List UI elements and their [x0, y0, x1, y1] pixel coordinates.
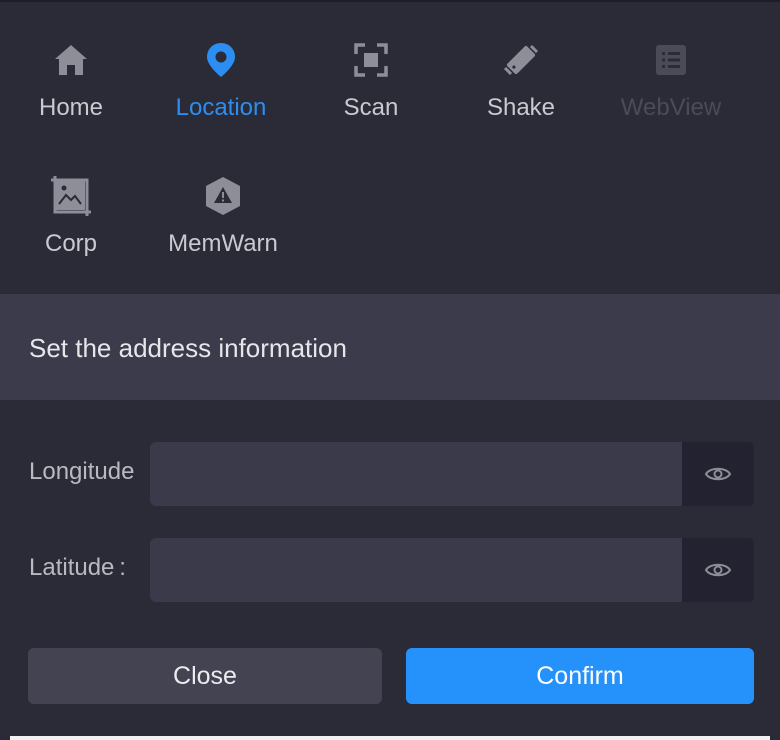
- tool-memwarn[interactable]: MemWarn: [148, 136, 298, 257]
- tool-scan-label: Scan: [343, 94, 399, 121]
- dialog-title: Set the address information: [29, 333, 347, 363]
- home-icon: [0, 40, 146, 80]
- tool-scan[interactable]: Scan: [296, 0, 446, 121]
- scan-icon: [296, 40, 446, 80]
- longitude-label: Longitude: [29, 458, 135, 485]
- location-pin-icon: [146, 40, 296, 80]
- eye-icon: [704, 467, 732, 481]
- tool-shake[interactable]: Shake: [446, 0, 596, 121]
- latitude-input[interactable]: [150, 538, 682, 602]
- tool-home-label: Home: [38, 94, 104, 121]
- tool-memwarn-label: MemWarn: [168, 230, 278, 257]
- tool-location-label: Location: [175, 94, 267, 121]
- bottom-edge: [10, 736, 770, 740]
- shake-icon: [446, 40, 596, 80]
- eye-icon: [704, 563, 732, 577]
- longitude-visibility-toggle[interactable]: [682, 442, 754, 506]
- tool-webview[interactable]: WebView: [596, 0, 746, 121]
- tool-webview-label: WebView: [620, 94, 722, 121]
- tool-home[interactable]: Home: [0, 0, 146, 121]
- latitude-visibility-toggle[interactable]: [682, 538, 754, 602]
- tool-corp[interactable]: Corp: [0, 136, 146, 257]
- tool-location[interactable]: Location: [146, 0, 296, 121]
- tool-grid: Home Location Scan Shake WebView Corp Me…: [0, 0, 780, 294]
- crop-icon: [0, 176, 146, 216]
- longitude-input[interactable]: [150, 442, 682, 506]
- webview-icon: [596, 40, 746, 80]
- tool-shake-label: Shake: [486, 94, 556, 121]
- latitude-label: Latitude :: [29, 554, 126, 581]
- app-window: Home Location Scan Shake WebView Corp Me…: [0, 0, 780, 740]
- close-button[interactable]: Close: [28, 648, 382, 704]
- warning-icon: [148, 176, 298, 216]
- tool-corp-label: Corp: [44, 230, 98, 257]
- confirm-button[interactable]: Confirm: [406, 648, 754, 704]
